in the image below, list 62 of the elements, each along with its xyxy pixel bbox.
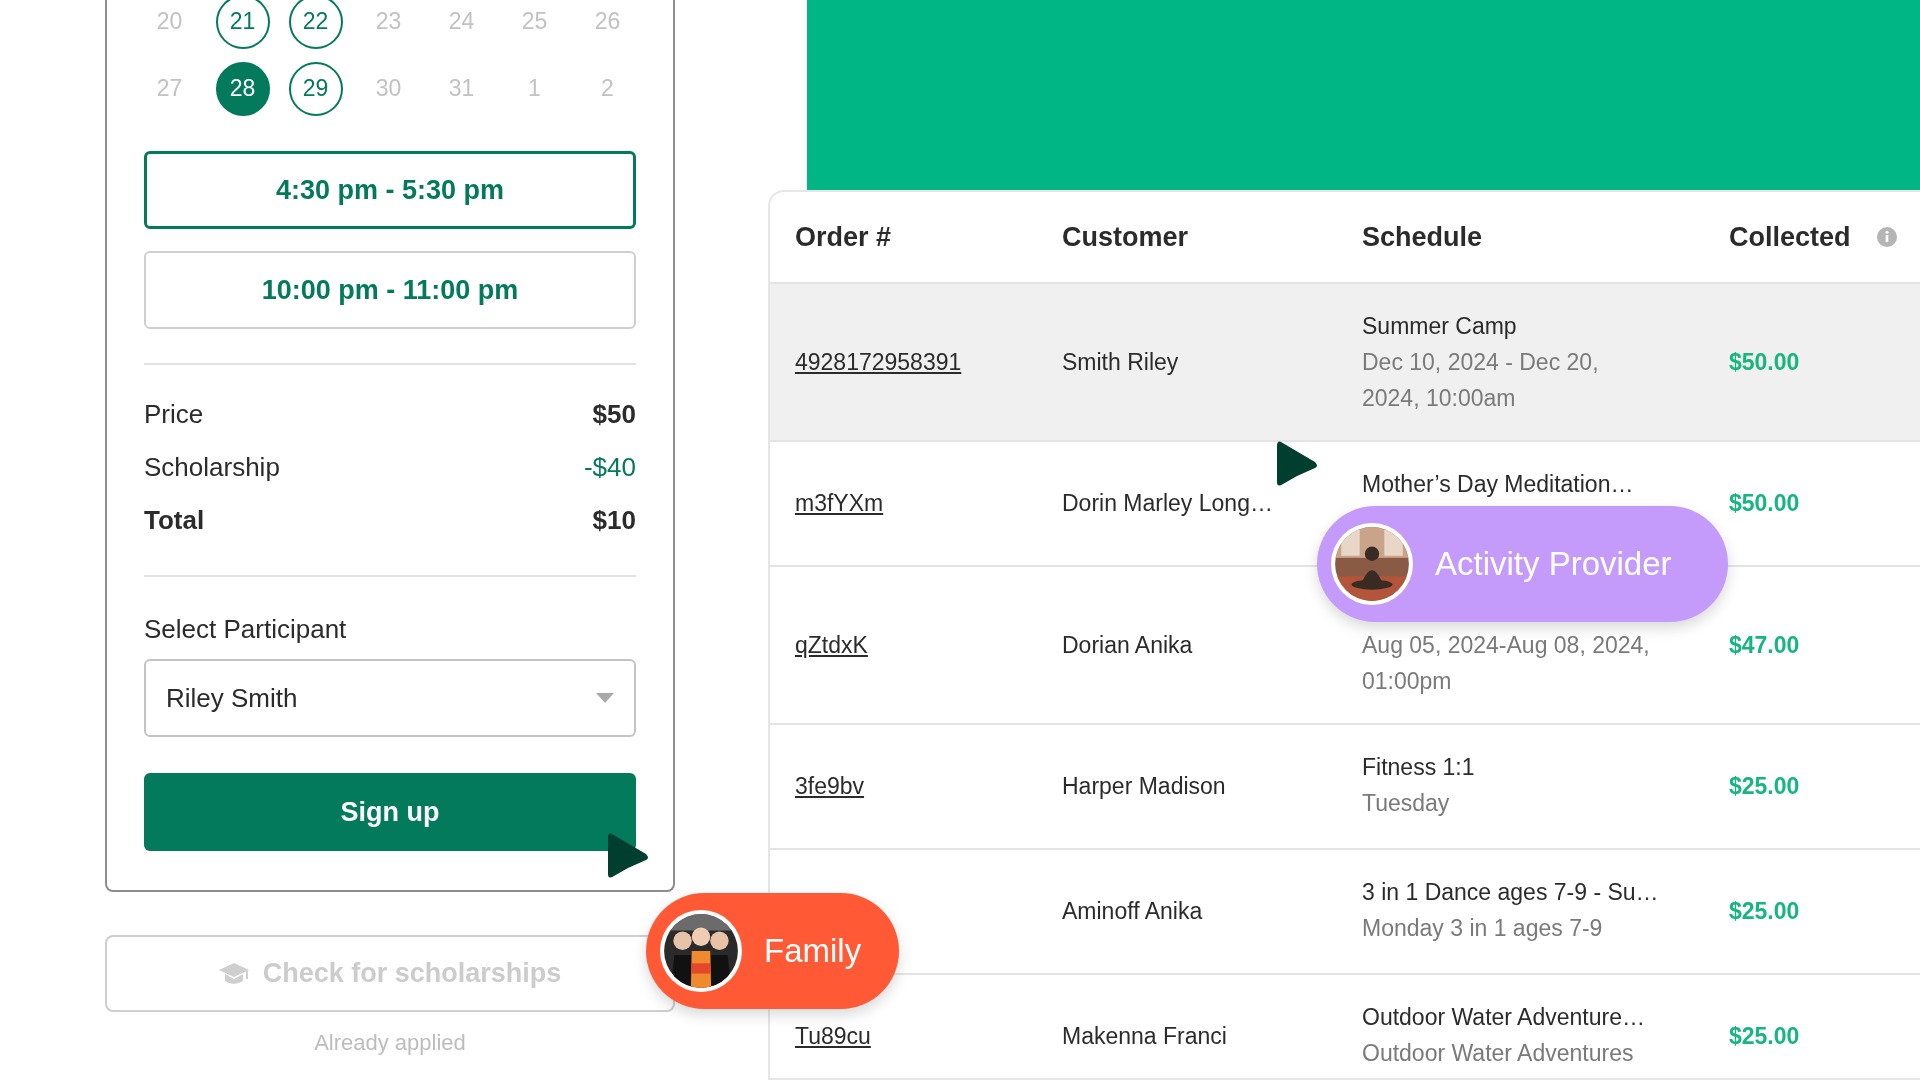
badge-label: Family xyxy=(764,932,862,970)
table-cell-text: Dorian Anika xyxy=(1062,631,1194,659)
amount-cell-text: $25.00 xyxy=(1729,773,1801,800)
calendar-day: 2 xyxy=(580,61,635,116)
amount-cell-text: $25.00 xyxy=(1729,1023,1801,1050)
schedule-detail: Aug 05, 2024-Aug 08, 2024, 01:00pm xyxy=(1362,631,1651,696)
table-cell-text: Harper Madison xyxy=(1062,773,1227,800)
schedule-title: Summer Camp xyxy=(1362,312,1518,341)
time-slot-button[interactable]: 10:00 pm - 11:00 pm xyxy=(144,251,636,329)
participant-select[interactable]: Riley Smith xyxy=(144,659,636,737)
time-slot-button[interactable]: 4:30 pm - 5:30 pm xyxy=(144,151,636,229)
price-value: -$40 xyxy=(583,451,636,484)
schedule-title: Fitness 1:1 xyxy=(1362,753,1476,782)
calendar-day: 1 xyxy=(507,61,562,116)
calendar-day: 26 xyxy=(580,0,635,49)
order-link[interactable]: qZtdxK xyxy=(795,631,868,659)
order-link[interactable]: 3fe9bv xyxy=(795,773,865,800)
calendar-day: 20 xyxy=(142,0,197,49)
calendar-day: 23 xyxy=(361,0,416,49)
caret-icon xyxy=(596,693,614,703)
calendar-day: 24 xyxy=(434,0,489,49)
schedule-detail: Tuesday xyxy=(1362,789,1451,818)
calendar-day[interactable]: 28 xyxy=(215,61,270,116)
schedule-detail: Dec 10, 2024 - Dec 20, 2024, 10:00am xyxy=(1362,348,1600,413)
amount-cell-text: $50.00 xyxy=(1729,348,1801,376)
table-cell-text: Dorin Marley Long… xyxy=(1062,490,1274,517)
amount-cell-text: $25.00 xyxy=(1729,898,1801,925)
amount-cell-text: $47.00 xyxy=(1729,631,1801,659)
field-label: Select Participant xyxy=(144,614,347,644)
calendar-day: 31 xyxy=(434,61,489,116)
calendar-day[interactable]: 22 xyxy=(288,0,343,49)
table-cell-text: Smith Riley xyxy=(1062,348,1180,376)
price-label: Total xyxy=(144,504,205,537)
column-header: Schedule xyxy=(1362,221,1483,253)
info-icon xyxy=(1876,227,1897,247)
sign-up-button[interactable]: Sign up xyxy=(144,773,636,851)
schedule-title: 3 in 1 Dance ages 7-9 - Su… xyxy=(1362,878,1660,907)
column-header: Order # xyxy=(795,221,892,253)
column-header: Customer xyxy=(1062,221,1189,253)
schedule-title: Mother’s Day Meditation… xyxy=(1362,470,1635,499)
price-value: $10 xyxy=(592,504,636,537)
price-label: Scholarship xyxy=(144,451,280,484)
schedule-title: Outdoor Water Adventure… xyxy=(1362,1003,1646,1032)
amount-cell-text: $50.00 xyxy=(1729,490,1801,517)
calendar-day: 30 xyxy=(361,61,416,116)
calendar-day[interactable]: 21 xyxy=(215,0,270,49)
table-cell-text: Makenna Franci xyxy=(1062,1023,1228,1050)
column-header: Collected xyxy=(1729,221,1851,253)
badge-label: Activity Provider xyxy=(1435,545,1672,583)
order-link[interactable]: m3fYXm xyxy=(795,490,884,517)
status-note: Already applied xyxy=(314,1030,466,1056)
order-link[interactable]: 4928172958391 xyxy=(795,348,962,376)
graduation-cap-icon xyxy=(218,962,249,985)
calendar-day: 27 xyxy=(142,61,197,116)
price-value: $50 xyxy=(592,398,636,431)
calendar-day[interactable]: 29 xyxy=(288,61,343,116)
table-cell-text: Aminoff Anika xyxy=(1062,898,1204,925)
schedule-detail: Monday 3 in 1 ages 7-9 xyxy=(1362,914,1604,943)
schedule-detail: Outdoor Water Adventures xyxy=(1362,1039,1635,1068)
calendar-day: 25 xyxy=(507,0,562,49)
price-label: Price xyxy=(144,398,204,431)
order-link[interactable]: Tu89cu xyxy=(795,1023,871,1050)
